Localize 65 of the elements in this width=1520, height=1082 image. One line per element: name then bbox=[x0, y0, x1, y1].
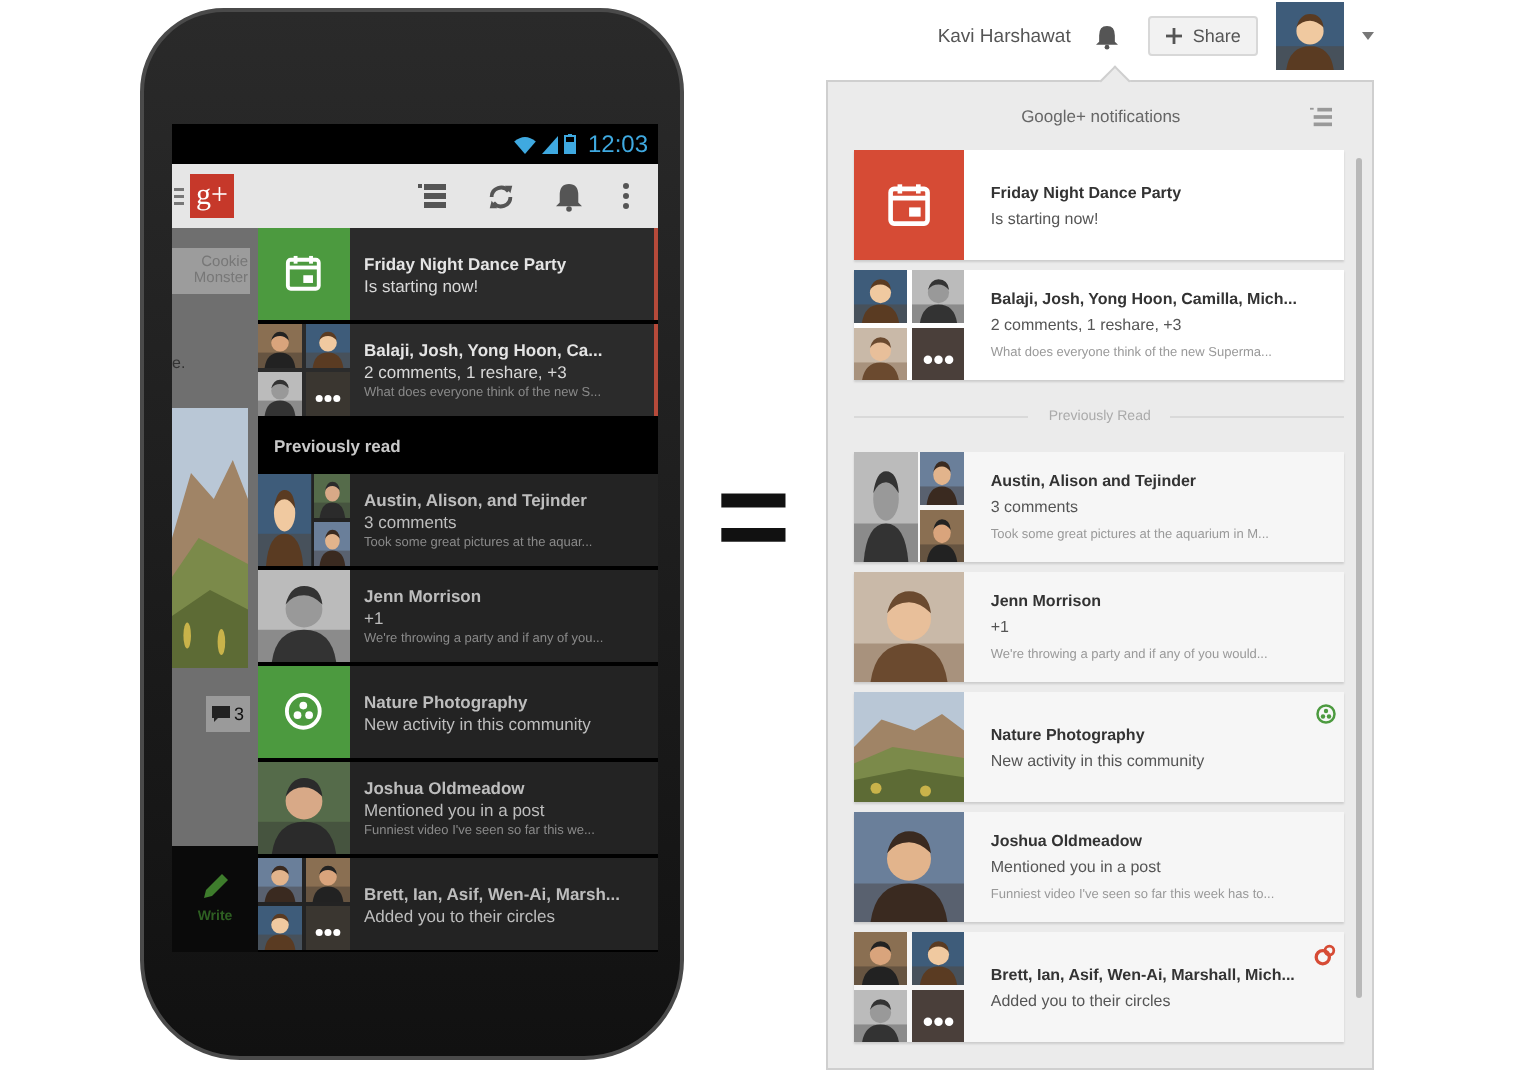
notification-title: Friday Night Dance Party bbox=[990, 183, 1182, 201]
menu-icon[interactable] bbox=[174, 186, 184, 206]
notification-title: Nature Photography bbox=[990, 725, 1147, 743]
notification-item[interactable]: Brett, Ian, Asif, Wen-Ai, Marsh... Added you to their circles bbox=[258, 858, 658, 950]
notification-item[interactable]: Nature Photography New activity in this community bbox=[258, 666, 658, 758]
more-icon bbox=[306, 372, 350, 416]
notification-title: Austin, Alison, and Tejinder bbox=[364, 490, 589, 510]
circles-icon bbox=[1314, 944, 1337, 966]
signal-icon bbox=[541, 135, 558, 153]
notification-subtitle: 3 comments bbox=[990, 498, 1080, 516]
bell-icon[interactable] bbox=[556, 181, 582, 211]
panel-title: Google+ notifications bbox=[1021, 106, 1181, 126]
bell-icon[interactable] bbox=[1096, 23, 1119, 49]
community-icon bbox=[284, 692, 324, 732]
notification-title: Brett, Ian, Asif, Wen-Ai, Marshall, Mich... bbox=[990, 965, 1295, 983]
notification-subtitle: 3 comments bbox=[364, 512, 459, 532]
notification-title: Balaji, Josh, Yong Hoon, Camilla, Mich... bbox=[990, 290, 1297, 308]
calendar-icon bbox=[284, 254, 324, 294]
community-icon bbox=[1316, 704, 1337, 724]
plus-icon bbox=[1166, 28, 1183, 44]
refresh-icon[interactable] bbox=[486, 181, 516, 211]
status-time: 12:03 bbox=[587, 130, 648, 158]
notification-title: Jenn Morrison bbox=[364, 586, 484, 606]
overflow-menu-icon[interactable] bbox=[622, 182, 630, 210]
post-text: e. bbox=[172, 353, 188, 371]
notification-card[interactable]: Nature Photography New activity in this community bbox=[854, 692, 1345, 802]
notification-card[interactable]: Brett, Ian, Asif, Wen-Ai, Marshall, Mich... Added you to their circles bbox=[854, 932, 1345, 1042]
notification-title: Joshua Oldmeadow bbox=[364, 778, 527, 798]
notification-subtitle: Is starting now! bbox=[364, 275, 481, 295]
notification-title: Friday Night Dance Party bbox=[364, 253, 567, 273]
notification-subtitle: New activity in this community bbox=[364, 713, 591, 733]
calendar-icon bbox=[886, 181, 933, 229]
notification-subtitle: New activity in this community bbox=[990, 751, 1205, 769]
notification-subtitle: Is starting now! bbox=[990, 209, 1101, 227]
notification-title: Jenn Morrison bbox=[990, 592, 1103, 610]
notification-title: Brett, Ian, Asif, Wen-Ai, Marsh... bbox=[364, 883, 620, 903]
list-icon[interactable] bbox=[418, 182, 446, 210]
notification-subtitle: Added you to their circles bbox=[364, 905, 557, 925]
notification-title: Nature Photography bbox=[364, 691, 530, 711]
notification-subtitle: Added you to their circles bbox=[990, 991, 1173, 1009]
battery-icon bbox=[563, 134, 576, 154]
scrollbar[interactable] bbox=[1356, 158, 1363, 998]
more-icon bbox=[911, 989, 965, 1042]
more-icon bbox=[306, 906, 350, 950]
equals-sign: = bbox=[716, 452, 791, 580]
notification-subtitle: 2 comments, 1 reshare, +3 bbox=[990, 316, 1184, 334]
notification-item[interactable]: Friday Night Dance Party Is starting now! bbox=[258, 228, 658, 320]
share-button[interactable]: Share bbox=[1148, 16, 1259, 56]
notification-card[interactable]: Friday Night Dance Party Is starting now! bbox=[854, 150, 1345, 260]
notification-title: Austin, Alison and Tejinder bbox=[990, 472, 1199, 490]
notification-title: Balaji, Josh, Yong Hoon, Ca... bbox=[364, 340, 603, 360]
pencil-icon bbox=[199, 870, 231, 902]
more-icon bbox=[911, 327, 965, 380]
app-logo[interactable]: g+ bbox=[190, 174, 234, 218]
user-name[interactable]: Kavi Harshawat bbox=[937, 25, 1071, 47]
notification-subtitle: 2 comments, 1 reshare, +3 bbox=[364, 362, 569, 382]
wifi-icon bbox=[513, 135, 536, 153]
comment-icon bbox=[211, 705, 230, 721]
caret-icon[interactable] bbox=[1362, 32, 1375, 40]
notification-subtitle: +1 bbox=[364, 608, 386, 628]
comment-count-button[interactable]: 3 bbox=[205, 695, 250, 731]
notification-title: Joshua Oldmeadow bbox=[990, 832, 1144, 850]
notification-subtitle: Mentioned you in a post bbox=[364, 800, 547, 820]
notification-subtitle: Mentioned you in a post bbox=[990, 858, 1163, 876]
notification-subtitle: +1 bbox=[990, 618, 1011, 636]
